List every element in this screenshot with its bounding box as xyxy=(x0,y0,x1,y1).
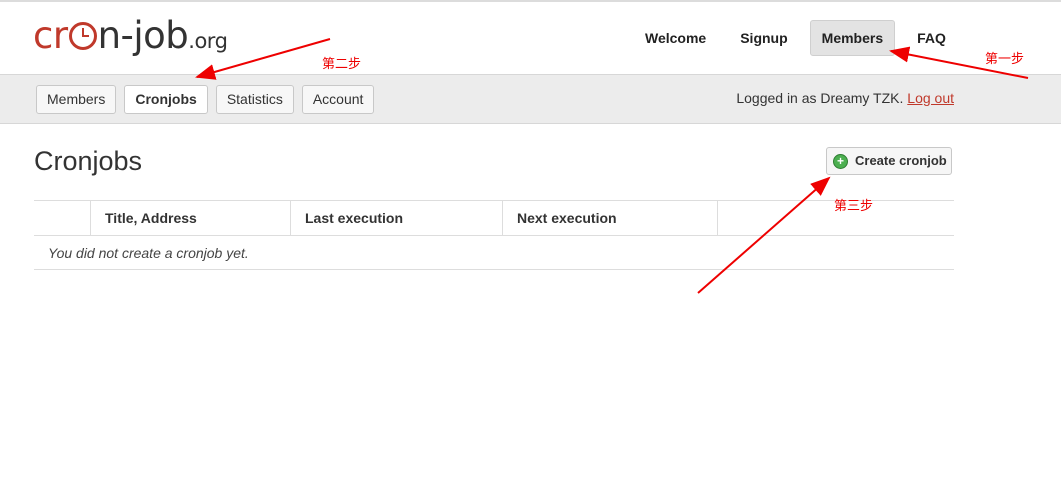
step2-annotation: 第二步 xyxy=(322,57,362,72)
step2-arrow xyxy=(195,38,331,80)
step3-arrow xyxy=(697,176,831,294)
step3-annotation: 第三步 xyxy=(834,199,874,214)
annotation-arrows xyxy=(195,38,1029,294)
step1-annotation: 第一步 xyxy=(985,52,1025,67)
